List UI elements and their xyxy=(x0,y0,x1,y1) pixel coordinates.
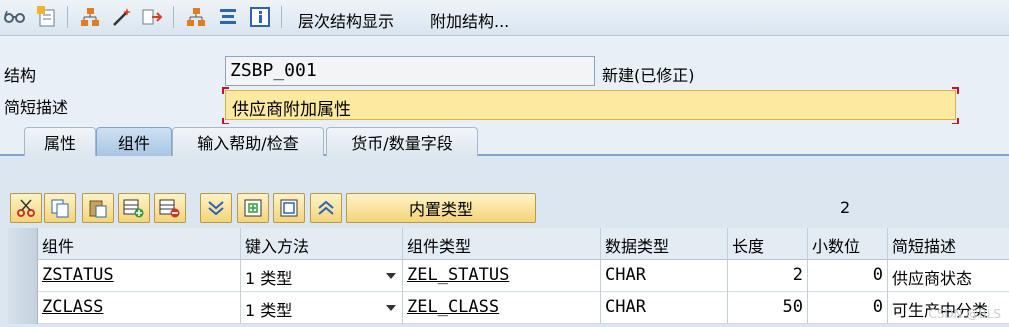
component-type[interactable]: ZEL_STATUS xyxy=(403,260,601,292)
entry-count: 2 xyxy=(840,198,851,217)
insert-field-icon[interactable] xyxy=(273,193,305,223)
magic-wand-icon[interactable] xyxy=(110,5,134,29)
typing-method-select[interactable]: 1 类型 xyxy=(241,260,403,292)
tab-label: 属性 xyxy=(43,134,76,153)
table-header: 组件 键入方法 组件类型 数据类型 长度 小数位 简短描述 xyxy=(8,228,1009,260)
tab-label: 组件 xyxy=(117,134,150,153)
row-selector[interactable] xyxy=(8,260,38,292)
edit-toggle-icon[interactable] xyxy=(35,5,59,29)
col-header-component[interactable]: 组件 xyxy=(38,228,241,260)
collapse-icon[interactable] xyxy=(310,193,342,223)
tab-label: 货币/数量字段 xyxy=(351,134,453,153)
watermark: CSDN @BLS xyxy=(928,307,1001,321)
tab-components[interactable]: 组件 xyxy=(96,127,172,156)
col-header-typing-method[interactable]: 键入方法 xyxy=(241,228,403,260)
menu-hierarchy-display[interactable]: 层次结构显示 xyxy=(298,8,394,32)
tab-attributes[interactable]: 属性 xyxy=(24,127,96,156)
structure-field[interactable]: ZSBP_001 xyxy=(225,56,595,86)
menu-append-structure[interactable]: 附加结构... xyxy=(430,8,509,32)
header-form: 结构 ZSBP_001 新建(已修正) 简短描述 供应商附加属性 xyxy=(0,36,1009,125)
select-all-icon[interactable] xyxy=(200,193,232,223)
paste-icon[interactable] xyxy=(82,193,114,223)
col-header-short-desc[interactable]: 简短描述 xyxy=(888,228,1009,260)
component-name[interactable]: ZSTATUS xyxy=(38,260,241,292)
description-label: 简短描述 xyxy=(4,98,69,117)
components-panel: 内置类型 2 组件 键入方法 组件类型 数据类型 长度 小数位 简短描述 ZST… xyxy=(0,156,1009,327)
tabstrip: 属性 组件 输入帮助/检查 货币/数量字段 xyxy=(0,124,1009,156)
activate-icon[interactable] xyxy=(141,5,165,29)
typing-method-select[interactable]: 1 类型 xyxy=(241,292,403,324)
component-type[interactable]: ZEL_CLASS xyxy=(403,292,601,324)
structure-status: 新建(已修正) xyxy=(602,66,695,85)
col-header-data-type[interactable]: 数据类型 xyxy=(601,228,728,260)
row-selector[interactable] xyxy=(8,292,38,324)
tab-label: 输入帮助/检查 xyxy=(197,134,299,153)
info-icon[interactable] xyxy=(248,5,272,29)
typing-method-value: 1 类型 xyxy=(245,269,293,288)
align-icon[interactable] xyxy=(216,5,240,29)
typing-method-value: 1 类型 xyxy=(245,301,293,320)
dropdown-arrow-icon[interactable] xyxy=(386,305,396,311)
table-row: ZCLASS 1 类型 ZEL_CLASS CHAR 50 0 可生产中分类 xyxy=(8,292,1009,324)
glasses-icon[interactable] xyxy=(3,5,27,29)
copy-icon[interactable] xyxy=(44,193,76,223)
delete-row-icon[interactable] xyxy=(154,193,186,223)
col-header-decimals[interactable]: 小数位 xyxy=(808,228,888,260)
where-used-icon[interactable] xyxy=(78,5,102,29)
decimals[interactable]: 0 xyxy=(808,292,888,324)
tab-currency-quantity[interactable]: 货币/数量字段 xyxy=(326,127,478,156)
tab-input-help-check[interactable]: 输入帮助/检查 xyxy=(172,127,324,156)
short-description[interactable]: 供应商状态 xyxy=(888,260,1009,292)
builtin-type-button[interactable]: 内置类型 xyxy=(346,193,536,223)
decimals[interactable]: 0 xyxy=(808,260,888,292)
select-all-rows[interactable] xyxy=(8,228,38,260)
details-icon[interactable] xyxy=(237,193,269,223)
application-toolbar: 层次结构显示 附加结构... xyxy=(0,0,1009,36)
data-type[interactable]: CHAR xyxy=(601,260,728,292)
col-header-component-type[interactable]: 组件类型 xyxy=(403,228,601,260)
description-field[interactable]: 供应商附加属性 xyxy=(225,90,956,120)
length[interactable]: 2 xyxy=(728,260,808,292)
table-row: ZSTATUS 1 类型 ZEL_STATUS CHAR 2 0 供应商状态 xyxy=(8,260,1009,292)
component-name[interactable]: ZCLASS xyxy=(38,292,241,324)
cut-icon[interactable] xyxy=(10,193,42,223)
components-table: 组件 键入方法 组件类型 数据类型 长度 小数位 简短描述 ZSTATUS 1 … xyxy=(8,228,1009,324)
length[interactable]: 50 xyxy=(728,292,808,324)
col-header-length[interactable]: 长度 xyxy=(728,228,808,260)
structure-label: 结构 xyxy=(4,66,37,85)
dropdown-arrow-icon[interactable] xyxy=(386,273,396,279)
hierarchy-icon[interactable] xyxy=(184,5,208,29)
insert-row-icon[interactable] xyxy=(118,193,150,223)
data-type[interactable]: CHAR xyxy=(601,292,728,324)
